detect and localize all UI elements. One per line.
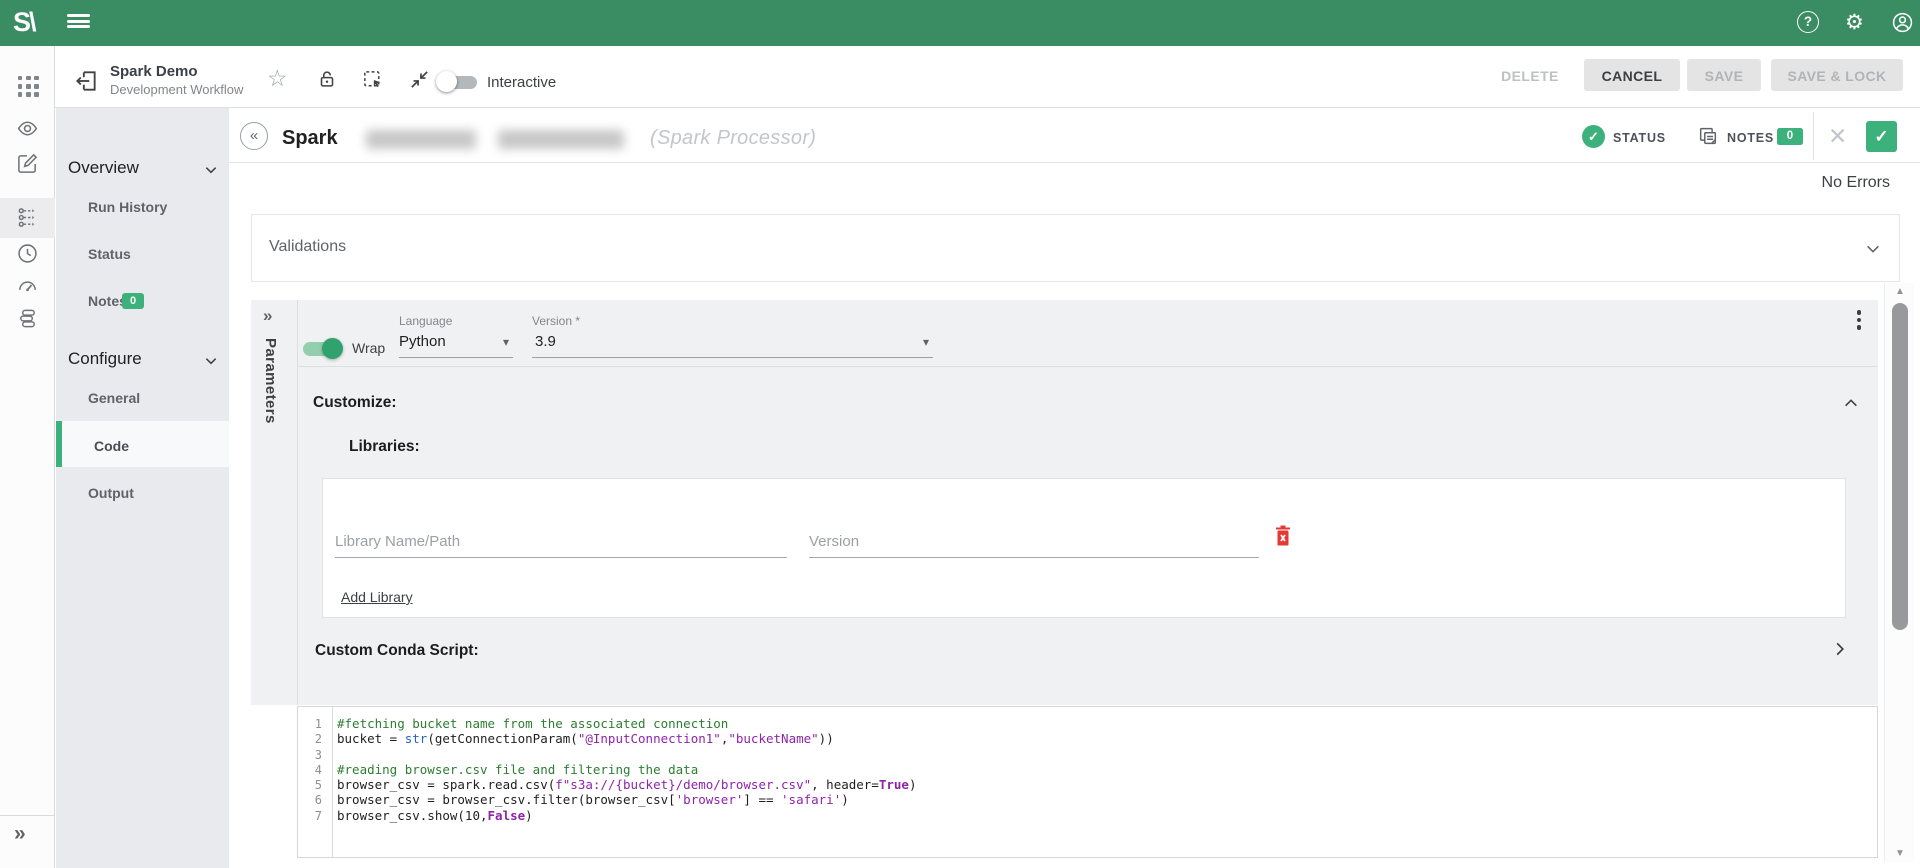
panel-strip-divider [297,300,298,705]
sidebar-item-status[interactable]: Status [88,246,131,262]
chevron-up-icon[interactable] [1843,396,1859,415]
eye-icon[interactable] [16,117,39,140]
snap-type-hint: (Spark Processor) [650,127,816,150]
sidebar-item-run-history[interactable]: Run History [88,199,167,215]
sidebar-item-code[interactable]: Code [94,438,129,454]
favorite-star-icon[interactable]: ☆ [267,66,288,90]
chevron-down-icon [204,354,218,372]
redacted-title-text [366,130,476,149]
code-line[interactable]: 7browser_csv.show(10,False) [298,808,1873,823]
language-underline [399,357,513,358]
exit-workflow-icon[interactable] [73,68,99,99]
nav-section-configure[interactable]: Configure [68,349,142,369]
chevron-down-icon [1865,242,1881,261]
no-errors-status: No Errors [1738,174,1890,192]
library-name-input[interactable] [335,525,787,558]
panel-expand-icon[interactable]: » [263,306,272,326]
status-check-icon: ✓ [1582,125,1605,148]
rail-expand-icon[interactable]: » [14,822,26,846]
close-icon[interactable]: ✕ [1828,123,1847,150]
workflow-name: Spark Demo [110,63,198,80]
scroll-up-icon[interactable]: ▲ [1885,286,1915,297]
code-line[interactable]: 3 [298,747,1873,762]
customize-label: Customize: [313,394,397,412]
rail-divider [0,815,55,816]
pipeline-icon[interactable] [16,206,39,229]
account-icon[interactable] [1891,11,1914,34]
notes-tab[interactable]: NOTES [1727,131,1774,145]
version-field-label: Version * [532,314,580,328]
add-library-link[interactable]: Add Library [341,589,413,605]
validations-label: Validations [269,238,346,256]
apps-grid-icon[interactable] [18,76,39,97]
code-line[interactable]: 6browser_csv = browser_csv.filter(browse… [298,792,1873,807]
compress-icon[interactable] [408,68,431,96]
cancel-button[interactable]: CANCEL [1584,59,1680,91]
marquee-select-icon[interactable] [361,68,384,96]
nav-selected-bar [56,421,62,467]
history-clock-icon[interactable] [16,242,39,265]
scroll-down-icon[interactable]: ▼ [1885,848,1915,859]
save-button[interactable]: SAVE [1687,59,1761,91]
app-logo: S\ [13,7,35,38]
help-icon[interactable]: ? [1797,11,1819,33]
validations-expander[interactable]: Validations [251,214,1900,282]
vertical-scrollbar[interactable]: ▲ ▼ [1884,283,1914,862]
nav-selected-highlight [56,421,229,467]
code-line[interactable]: 2bucket = str(getConnectionParam("@Input… [298,731,1873,746]
workflow-type: Development Workflow [110,82,243,97]
language-select[interactable]: Python [399,333,446,350]
wrap-toggle-knob[interactable] [322,338,343,359]
redacted-title-text [498,130,624,149]
settings-gear-icon[interactable]: ⚙ [1845,11,1868,34]
libraries-label: Libraries: [349,438,420,456]
panel-row-divider [297,366,1878,367]
nav-section-overview[interactable]: Overview [68,158,139,178]
version-select[interactable]: 3.9 [535,333,556,350]
layers-stack-icon[interactable] [16,307,39,330]
notes-doc-icon [1697,125,1719,152]
code-lines[interactable]: 1#fetching bucket name from the associat… [298,716,1873,823]
chevron-down-icon[interactable]: ▾ [923,335,929,349]
code-line[interactable]: 5browser_csv = spark.read.csv(f"s3a://{b… [298,777,1873,792]
code-line[interactable]: 1#fetching bucket name from the associat… [298,716,1873,731]
code-line[interactable]: 4#reading browser.csv file and filtering… [298,762,1873,777]
top-app-bar: S\ ? ⚙ [0,0,1920,46]
conda-script-label: Custom Conda Script: [315,642,479,660]
edit-note-icon[interactable] [16,152,39,175]
status-tab[interactable]: STATUS [1613,131,1666,145]
wrap-label: Wrap [352,340,385,356]
chevron-down-icon [204,163,218,181]
sidebar-item-general[interactable]: General [88,390,140,406]
app-root: S\ ? ⚙ Spark Demo Development Workflow ☆… [0,0,1920,868]
interactive-label: Interactive [487,74,556,91]
chevron-down-icon[interactable]: ▾ [503,335,509,349]
config-sidenav [56,108,229,868]
menu-icon[interactable] [67,14,91,32]
gauge-icon[interactable] [16,274,39,297]
parameters-panel: » Parameters Wrap Language Python ▾ Vers… [251,300,1878,705]
header-divider [1813,112,1814,160]
kebab-menu-icon[interactable] [1849,310,1869,333]
version-underline [532,357,933,358]
notes-count-badge: 0 [122,293,144,309]
delete-button[interactable]: DELETE [1495,59,1565,91]
save-and-lock-button[interactable]: SAVE & LOCK [1771,59,1903,91]
scrollbar-thumb[interactable] [1892,303,1908,630]
delete-library-trash-icon[interactable] [1271,523,1295,554]
collapse-back-button[interactable]: « [240,122,268,150]
library-version-input[interactable] [809,525,1259,558]
snap-title: Spark [282,127,338,150]
parameters-vertical-label: Parameters [262,338,279,424]
language-field-label: Language [399,314,452,328]
libraries-card: Add Library [322,478,1846,618]
chevron-right-icon[interactable] [1833,640,1847,663]
code-editor[interactable]: 1#fetching bucket name from the associat… [297,706,1878,858]
confirm-check-button[interactable]: ✓ [1866,121,1897,152]
snap-header [229,108,1920,163]
interactive-toggle-knob[interactable] [436,71,457,92]
sidebar-item-output[interactable]: Output [88,485,134,501]
header-notes-badge: 0 [1777,128,1803,145]
lock-icon[interactable] [316,68,338,95]
